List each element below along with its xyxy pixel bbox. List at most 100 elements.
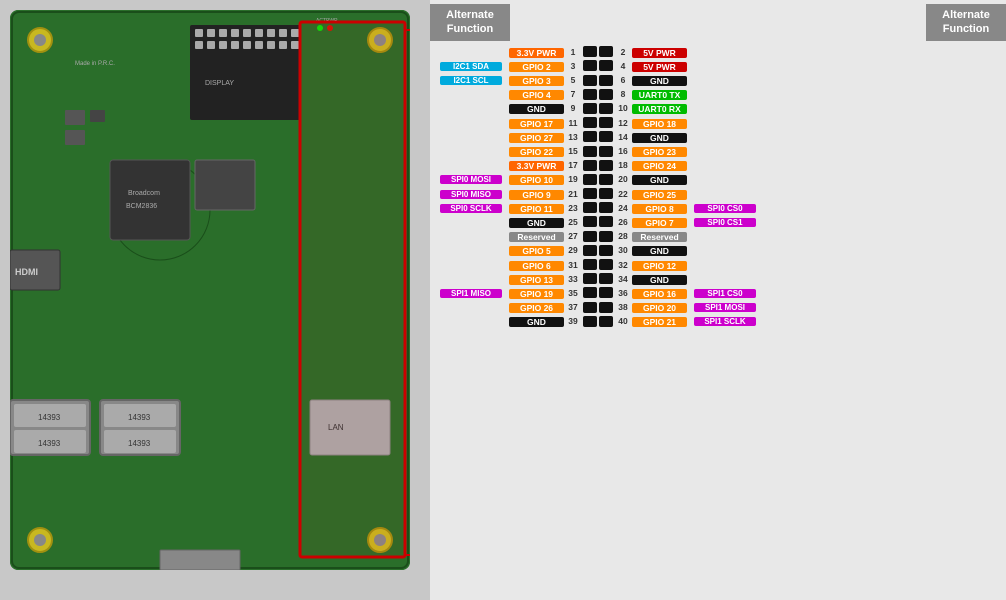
connector-pin-right bbox=[599, 202, 613, 213]
left-alt-func bbox=[434, 159, 504, 171]
connector-pin-left bbox=[583, 273, 597, 284]
connector-pin-left bbox=[583, 146, 597, 157]
svg-text:14393: 14393 bbox=[128, 439, 151, 448]
pin-row: GND 39 40 GPIO 21 SPI1 SCLK bbox=[434, 314, 1002, 328]
right-alt-func bbox=[692, 244, 762, 256]
connector-pin-right bbox=[599, 216, 613, 227]
connector-pin-right bbox=[599, 231, 613, 242]
svg-text:14393: 14393 bbox=[38, 413, 61, 422]
connector-pin-left bbox=[583, 216, 597, 227]
connector-pin-left bbox=[583, 46, 597, 57]
connector-pin-right bbox=[599, 287, 613, 298]
connector-pin-right bbox=[599, 46, 613, 57]
connector-pin-right bbox=[599, 75, 613, 86]
right-alt-func bbox=[692, 46, 762, 58]
right-alt-func bbox=[692, 117, 762, 129]
left-pin-num: 9 bbox=[564, 103, 582, 113]
connector-pin-left bbox=[583, 60, 597, 71]
left-pin-num: 39 bbox=[564, 316, 582, 326]
connector-pin-left bbox=[583, 259, 597, 270]
connector-pin-right bbox=[599, 259, 613, 270]
left-pin-num: 11 bbox=[564, 118, 582, 128]
left-pin-num: 29 bbox=[564, 245, 582, 255]
alt-func-left-header: AlternateFunction bbox=[430, 4, 510, 41]
left-alt-func: I2C1 SDA bbox=[434, 61, 504, 71]
svg-text:DISPLAY: DISPLAY bbox=[205, 80, 234, 87]
connector-pin-right bbox=[599, 146, 613, 157]
left-pin-num: 27 bbox=[564, 231, 582, 241]
right-alt-func bbox=[692, 188, 762, 200]
connector-pin-left bbox=[583, 160, 597, 171]
alt-func-right-header: AlternateFunction bbox=[926, 4, 1006, 41]
left-alt-func: I2C1 SCL bbox=[434, 75, 504, 85]
left-pin-label: GND bbox=[504, 312, 564, 330]
connector-pin-right bbox=[599, 316, 613, 327]
left-pin-num: 33 bbox=[564, 274, 582, 284]
right-pin-num: 40 bbox=[614, 316, 632, 326]
right-pin-num: 28 bbox=[614, 231, 632, 241]
connector-pin-left bbox=[583, 302, 597, 313]
right-pin-num: 32 bbox=[614, 260, 632, 270]
left-alt-func bbox=[434, 46, 504, 58]
right-pin-num: 26 bbox=[614, 217, 632, 227]
right-pin-num: 2 bbox=[614, 47, 632, 57]
right-pin-num: 20 bbox=[614, 174, 632, 184]
right-pin-num: 22 bbox=[614, 189, 632, 199]
right-alt-func bbox=[692, 159, 762, 171]
connector-pin-left bbox=[583, 117, 597, 128]
connector-pin-right bbox=[599, 302, 613, 313]
connector-pin-left bbox=[583, 287, 597, 298]
left-pin-num: 37 bbox=[564, 302, 582, 312]
connector-pin-left bbox=[583, 103, 597, 114]
right-alt-func: SPI1 MOSI bbox=[692, 302, 762, 312]
svg-text:Broadcom: Broadcom bbox=[128, 190, 160, 197]
right-pin-num: 12 bbox=[614, 118, 632, 128]
right-pin-num: 4 bbox=[614, 61, 632, 71]
svg-text:BCM2836: BCM2836 bbox=[126, 203, 157, 210]
left-alt-func bbox=[434, 88, 504, 100]
connector-pin-left bbox=[583, 89, 597, 100]
right-alt-func bbox=[692, 145, 762, 157]
left-pin-num: 1 bbox=[564, 47, 582, 57]
connector-pin-right bbox=[599, 245, 613, 256]
right-alt-func bbox=[692, 102, 762, 114]
right-pin-num: 18 bbox=[614, 160, 632, 170]
pinout-wrapper: 3.3V PWR 1 2 5V PWR I2C1 SDA GPIO 2 3 4 … bbox=[430, 45, 1006, 329]
left-alt-func bbox=[434, 117, 504, 129]
right-alt-func bbox=[692, 259, 762, 271]
right-pin-num: 14 bbox=[614, 132, 632, 142]
right-pin-num: 16 bbox=[614, 146, 632, 156]
right-alt-func bbox=[692, 173, 762, 185]
left-alt-func bbox=[434, 301, 504, 313]
main-container: DISPLAY Raspberry Pi 2 Model B V1.1 CE F… bbox=[0, 0, 1006, 600]
left-alt-func bbox=[434, 145, 504, 157]
left-pin-num: 3 bbox=[564, 61, 582, 71]
connector-pin-right bbox=[599, 188, 613, 199]
right-alt-func bbox=[692, 230, 762, 242]
left-alt-func: SPI0 MISO bbox=[434, 189, 504, 199]
connector-pin-right bbox=[599, 160, 613, 171]
left-pin-num: 7 bbox=[564, 89, 582, 99]
connector-pin-right bbox=[599, 117, 613, 128]
right-alt-func bbox=[692, 88, 762, 100]
svg-text:Made in P.R.C.: Made in P.R.C. bbox=[75, 61, 115, 67]
left-pin-num: 17 bbox=[564, 160, 582, 170]
connector-pin-right bbox=[599, 89, 613, 100]
pinout-header: AlternateFunction AlternateFunction bbox=[430, 0, 1006, 45]
right-pin-num: 34 bbox=[614, 274, 632, 284]
connector-pin-left bbox=[583, 188, 597, 199]
connector-pin-right bbox=[599, 103, 613, 114]
left-pin-num: 31 bbox=[564, 260, 582, 270]
right-alt-func bbox=[692, 131, 762, 143]
connector-pin-left bbox=[583, 202, 597, 213]
svg-text:14393: 14393 bbox=[38, 439, 61, 448]
connector-pin-left bbox=[583, 231, 597, 242]
left-pin-num: 5 bbox=[564, 75, 582, 85]
connector-pin-left bbox=[583, 131, 597, 142]
left-pin-num: 25 bbox=[564, 217, 582, 227]
connector-pin-left bbox=[583, 245, 597, 256]
pinout-section: AlternateFunction AlternateFunction 3.3V… bbox=[430, 0, 1006, 600]
left-pin-num: 35 bbox=[564, 288, 582, 298]
left-alt-func bbox=[434, 230, 504, 242]
connector-pin-right bbox=[599, 60, 613, 71]
